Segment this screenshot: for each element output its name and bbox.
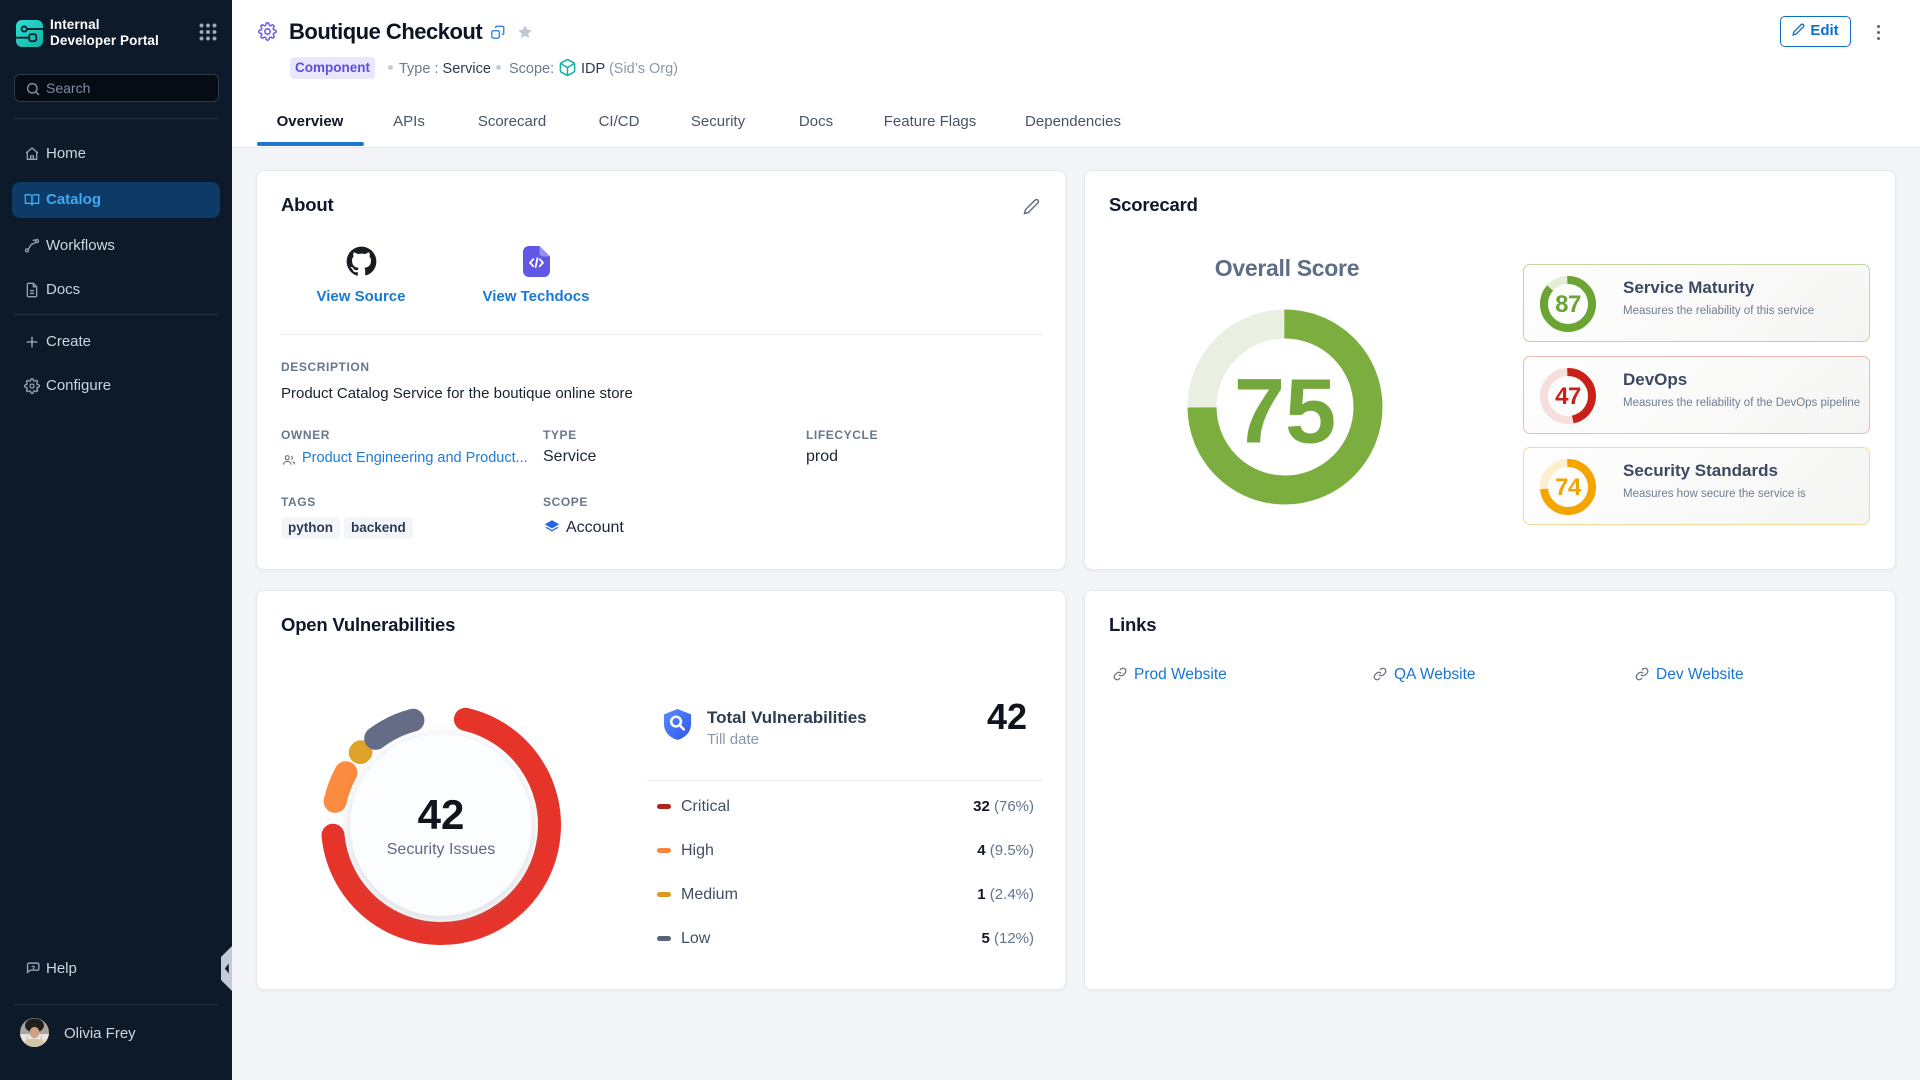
svg-text:42: 42 (418, 791, 465, 838)
svg-text:Security Issues: Security Issues (387, 841, 495, 858)
svg-text:75: 75 (1234, 361, 1336, 463)
